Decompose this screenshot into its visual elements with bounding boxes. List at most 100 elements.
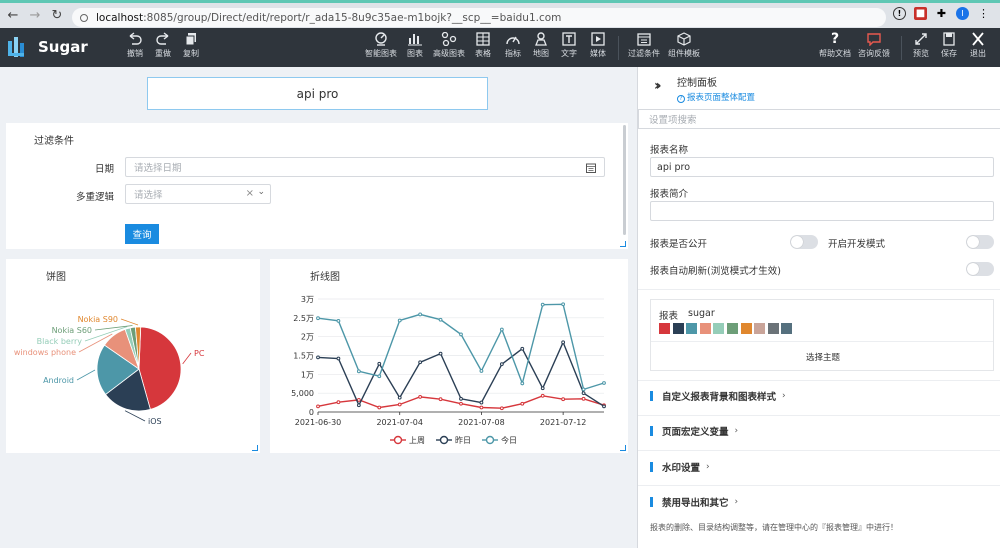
public-toggle[interactable] — [790, 235, 818, 249]
line-point[interactable] — [316, 316, 320, 321]
line-point[interactable] — [459, 401, 463, 406]
legend-marker — [485, 435, 495, 445]
report-name-input[interactable]: api pro — [650, 157, 994, 177]
panel-subtitle-link[interactable]: ? 报表页面整体配置 — [677, 91, 755, 103]
line-point[interactable] — [459, 332, 463, 337]
chart-button[interactable]: 图表 — [398, 32, 432, 59]
line-point[interactable] — [418, 360, 423, 365]
pie-chart-card[interactable]: 饼图 PC iOS Android windows phone Black berry N… — [6, 259, 260, 453]
line-point[interactable] — [602, 404, 606, 409]
line-point[interactable] — [356, 398, 361, 402]
line-point[interactable] — [581, 391, 586, 396]
line-point[interactable] — [397, 395, 402, 400]
multi-logic-select[interactable]: 请选择 × ⌄ — [125, 184, 271, 204]
report-title-box[interactable]: api pro — [147, 77, 488, 110]
setting-search-input[interactable]: 设置项搜索 — [638, 109, 1000, 129]
legend-label[interactable]: 昨日 — [455, 435, 471, 445]
calendar-icon[interactable] — [586, 163, 596, 173]
date-picker-input[interactable]: 请选择日期 — [125, 157, 605, 177]
section-custom-style[interactable]: 自定义报表背景和图表样式 › — [650, 389, 786, 403]
line-point[interactable] — [336, 318, 341, 323]
filter-scrollbar[interactable] — [623, 125, 626, 235]
chart-label: 图表 — [407, 49, 423, 58]
smart-chart-button[interactable]: 智能图表 — [364, 32, 398, 59]
help-doc-button[interactable]: ? 帮助文档 — [818, 32, 852, 59]
clear-icon[interactable]: × — [246, 188, 254, 199]
line-point[interactable] — [316, 355, 320, 360]
table-button[interactable]: 表格 — [466, 32, 500, 59]
section-marker — [650, 497, 653, 507]
info-icon[interactable]: ! — [893, 7, 906, 20]
line-point[interactable] — [520, 346, 525, 351]
copy-button[interactable]: 复制 — [174, 32, 208, 59]
choose-theme-button[interactable]: 选择主题 — [806, 351, 840, 363]
line-point[interactable] — [397, 402, 402, 407]
line-point[interactable] — [561, 397, 566, 402]
theme-picker[interactable]: 报表 sugar 选择主题 — [650, 299, 994, 371]
query-label: 查询 — [132, 230, 152, 241]
filter-condition-button[interactable]: 过滤条件 — [627, 32, 661, 59]
line-point[interactable] — [397, 318, 402, 323]
line-point[interactable] — [561, 302, 566, 307]
resize-handle[interactable] — [620, 241, 626, 247]
exit-button[interactable]: 退出 — [961, 32, 995, 59]
line-point[interactable] — [459, 396, 463, 401]
line-point[interactable] — [499, 327, 504, 332]
section-macro-vars[interactable]: 页面宏定义变量 › — [650, 424, 738, 438]
line-point[interactable] — [499, 362, 504, 367]
line-point[interactable] — [581, 387, 586, 392]
back-icon[interactable]: ← — [2, 8, 24, 23]
line-point[interactable] — [438, 317, 443, 322]
auto-refresh-toggle[interactable] — [966, 262, 994, 276]
chevron-down-icon[interactable]: ⌄ — [257, 187, 265, 197]
report-desc-input[interactable] — [650, 201, 994, 221]
line-point[interactable] — [602, 381, 606, 385]
line-point[interactable] — [520, 401, 525, 406]
address-bar[interactable]: localhost:8085/group/Direct/edit/report/… — [72, 8, 886, 27]
line-point[interactable] — [540, 302, 545, 307]
advanced-chart-button[interactable]: 高级图表 — [432, 31, 466, 59]
reload-icon[interactable]: ↻ — [46, 8, 68, 23]
line-point[interactable] — [540, 386, 545, 391]
collapse-panel-icon[interactable]: ›› — [654, 78, 661, 94]
component-template-button[interactable]: 组件模板 — [667, 32, 701, 59]
query-button[interactable]: 查询 — [125, 224, 159, 244]
line-point[interactable] — [377, 405, 382, 410]
forward-icon[interactable]: → — [24, 8, 46, 23]
line-point[interactable] — [377, 374, 382, 379]
line-point[interactable] — [479, 405, 484, 410]
extension-red-icon[interactable]: ■ — [914, 7, 927, 20]
line-point[interactable] — [336, 356, 341, 361]
legend-label[interactable]: 上周 — [409, 436, 425, 445]
browser-menu-icon[interactable]: ⋮ — [977, 7, 990, 20]
resize-handle[interactable] — [620, 445, 626, 451]
line-point[interactable] — [438, 397, 443, 402]
filter-card[interactable]: 过滤条件 日期 请选择日期 多重逻辑 请选择 × ⌄ 查询 — [6, 123, 628, 249]
line-point[interactable] — [336, 400, 341, 405]
section-watermark[interactable]: 水印设置 › — [650, 460, 710, 474]
line-point[interactable] — [499, 406, 504, 411]
dev-mode-toggle[interactable] — [966, 235, 994, 249]
line-point[interactable] — [479, 369, 484, 373]
feedback-button[interactable]: 咨询反馈 — [857, 32, 891, 59]
extensions-puzzle-icon[interactable]: ✚ — [935, 7, 948, 20]
media-button[interactable]: 媒体 — [581, 32, 615, 59]
line-point[interactable] — [418, 312, 423, 317]
profile-avatar[interactable]: I — [956, 7, 969, 20]
site-info-icon[interactable] — [80, 13, 88, 22]
legend-label[interactable]: 今日 — [501, 435, 517, 445]
line-point[interactable] — [418, 395, 423, 399]
line-point[interactable] — [356, 403, 361, 408]
resize-handle[interactable] — [252, 445, 258, 451]
section-export-other[interactable]: 禁用导出和其它 › — [650, 495, 738, 509]
line-point[interactable] — [438, 351, 443, 356]
line-chart-card[interactable]: 折线图 0 5,000 1万 1.5万 2万 2.5万 3万 2021-06-30 2021-0… — [270, 259, 628, 453]
line-point[interactable] — [377, 361, 382, 366]
line-point[interactable] — [479, 400, 484, 405]
line-point[interactable] — [356, 369, 361, 374]
line-point[interactable] — [520, 381, 525, 386]
line-point[interactable] — [540, 393, 545, 398]
line-point[interactable] — [316, 404, 320, 409]
line-point[interactable] — [561, 340, 566, 345]
line-point[interactable] — [581, 396, 586, 401]
